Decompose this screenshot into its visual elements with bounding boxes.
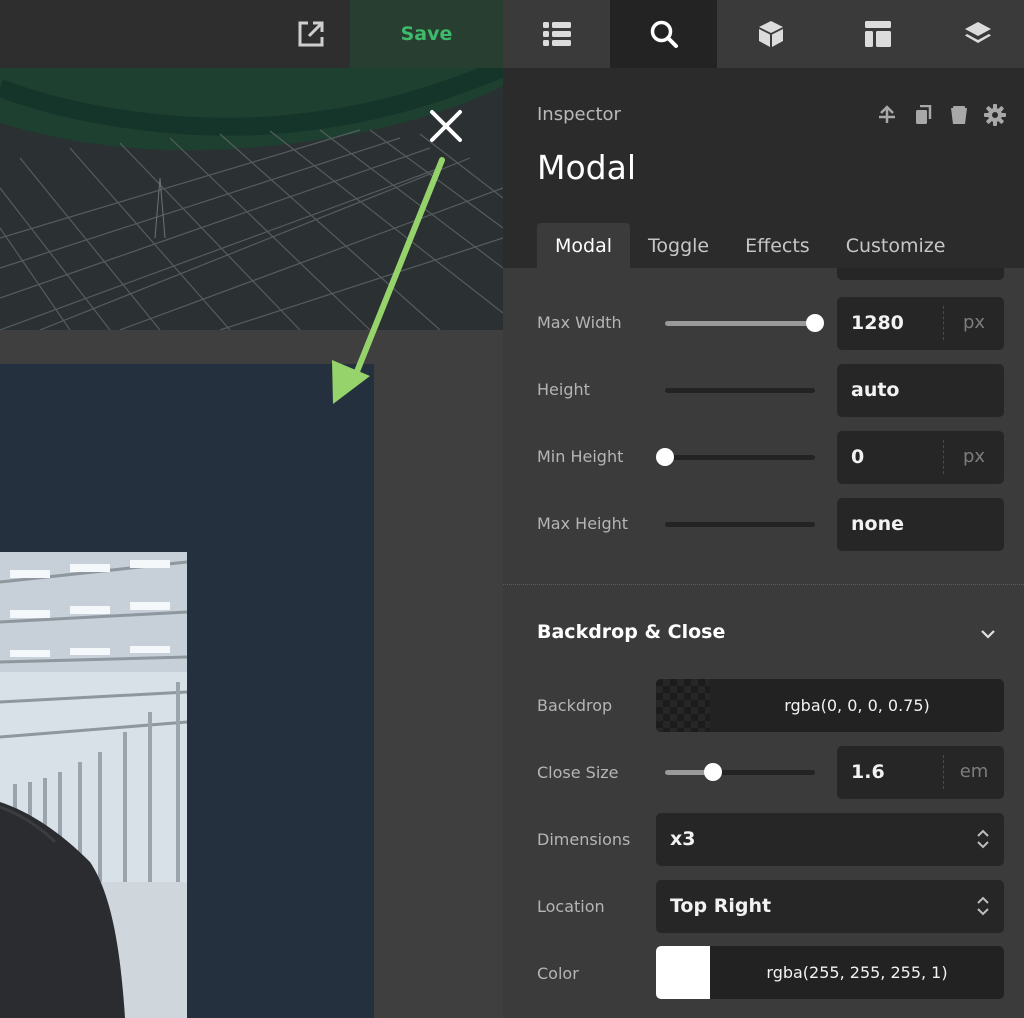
components-button[interactable] [717, 0, 824, 68]
backdrop-close-section-title[interactable]: Backdrop & Close [537, 621, 725, 643]
max-height-input[interactable]: none [837, 498, 1004, 551]
backdrop-value: rgba(0, 0, 0, 0.75) [784, 696, 930, 715]
search-icon [650, 20, 678, 48]
close-size-slider[interactable] [665, 763, 815, 781]
min-height-slider-handle[interactable] [656, 448, 674, 466]
height-input[interactable]: auto [837, 364, 1004, 417]
layout-icon [864, 21, 891, 47]
inspector-header: Inspector Modal Modal Toggle Effects Cus… [503, 68, 1024, 268]
select-arrows-icon [976, 895, 990, 921]
close-color-swatch[interactable] [656, 946, 710, 999]
min-height-unit[interactable]: px [943, 440, 1004, 474]
tab-customize[interactable]: Customize [828, 223, 964, 268]
max-width-slider-handle[interactable] [806, 314, 824, 332]
section-divider [503, 584, 1024, 585]
max-width-value: 1280 [851, 312, 904, 334]
min-height-input[interactable]: 0 px [837, 431, 1004, 484]
backdrop-label: Backdrop [537, 696, 613, 715]
max-height-value: none [851, 513, 904, 535]
tab-effects[interactable]: Effects [727, 223, 828, 268]
close-size-input[interactable]: 1.6 em [837, 746, 1004, 799]
top-toolbar: Save [0, 0, 1024, 68]
close-size-label: Close Size [537, 763, 619, 782]
page-canvas [0, 68, 503, 1018]
close-color-value: rgba(255, 255, 255, 1) [766, 963, 948, 982]
close-size-value: 1.6 [851, 761, 885, 783]
height-label: Height [537, 380, 590, 399]
max-width-label: Max Width [537, 313, 622, 332]
color-label: Color [537, 964, 579, 983]
tab-modal[interactable]: Modal [537, 223, 630, 268]
inspector-label: Inspector [537, 104, 621, 125]
layers-button[interactable] [931, 0, 1024, 68]
close-color-picker[interactable]: rgba(255, 255, 255, 1) [656, 946, 1004, 999]
annotation-arrow [332, 157, 445, 404]
max-height-slider[interactable] [665, 522, 815, 527]
close-size-slider-handle[interactable] [704, 763, 722, 781]
height-slider[interactable] [665, 388, 815, 393]
cube-icon [758, 21, 783, 47]
copy-icon[interactable] [912, 104, 934, 126]
inspector-panel: Inspector Modal Modal Toggle Effects Cus… [503, 68, 1024, 1018]
max-width-unit[interactable]: px [943, 306, 1004, 340]
close-icon [430, 110, 462, 142]
inspector-tabs: Modal Toggle Effects Customize [537, 223, 963, 268]
search-button[interactable] [610, 0, 717, 68]
max-width-slider[interactable] [665, 314, 824, 332]
height-value: auto [851, 379, 900, 401]
min-height-slider[interactable] [656, 448, 815, 466]
trash-icon[interactable] [948, 104, 970, 126]
list-icon [542, 22, 571, 46]
save-button[interactable]: Save [350, 0, 503, 68]
move-up-icon[interactable] [876, 104, 898, 126]
min-height-value: 0 [851, 446, 865, 468]
min-height-label: Min Height [537, 447, 624, 466]
structure-button[interactable] [503, 0, 610, 68]
backdrop-color-swatch[interactable] [656, 679, 710, 732]
gear-icon[interactable] [984, 104, 1006, 126]
layers-icon [964, 22, 991, 43]
partially-hidden-field [837, 268, 1004, 280]
annotation-overlay [332, 110, 462, 404]
save-label: Save [400, 23, 453, 45]
location-value: Top Right [670, 895, 772, 917]
external-link-button[interactable] [272, 0, 350, 68]
element-title: Modal [537, 148, 636, 187]
max-height-label: Max Height [537, 514, 629, 533]
backdrop-color-picker[interactable]: rgba(0, 0, 0, 0.75) [656, 679, 1004, 732]
external-link-icon [298, 21, 324, 47]
max-width-input[interactable]: 1280 px [837, 297, 1004, 350]
select-arrows-icon [976, 828, 990, 854]
dimensions-value: x3 [670, 828, 696, 850]
chevron-down-icon[interactable] [980, 624, 996, 643]
location-label: Location [537, 897, 605, 916]
location-select[interactable]: Top Right [656, 880, 1004, 933]
dimensions-select[interactable]: x3 [656, 813, 1004, 866]
close-size-unit[interactable]: em [943, 755, 1004, 789]
templates-button[interactable] [824, 0, 931, 68]
tab-toggle[interactable]: Toggle [630, 223, 727, 268]
dimensions-label: Dimensions [537, 830, 631, 849]
